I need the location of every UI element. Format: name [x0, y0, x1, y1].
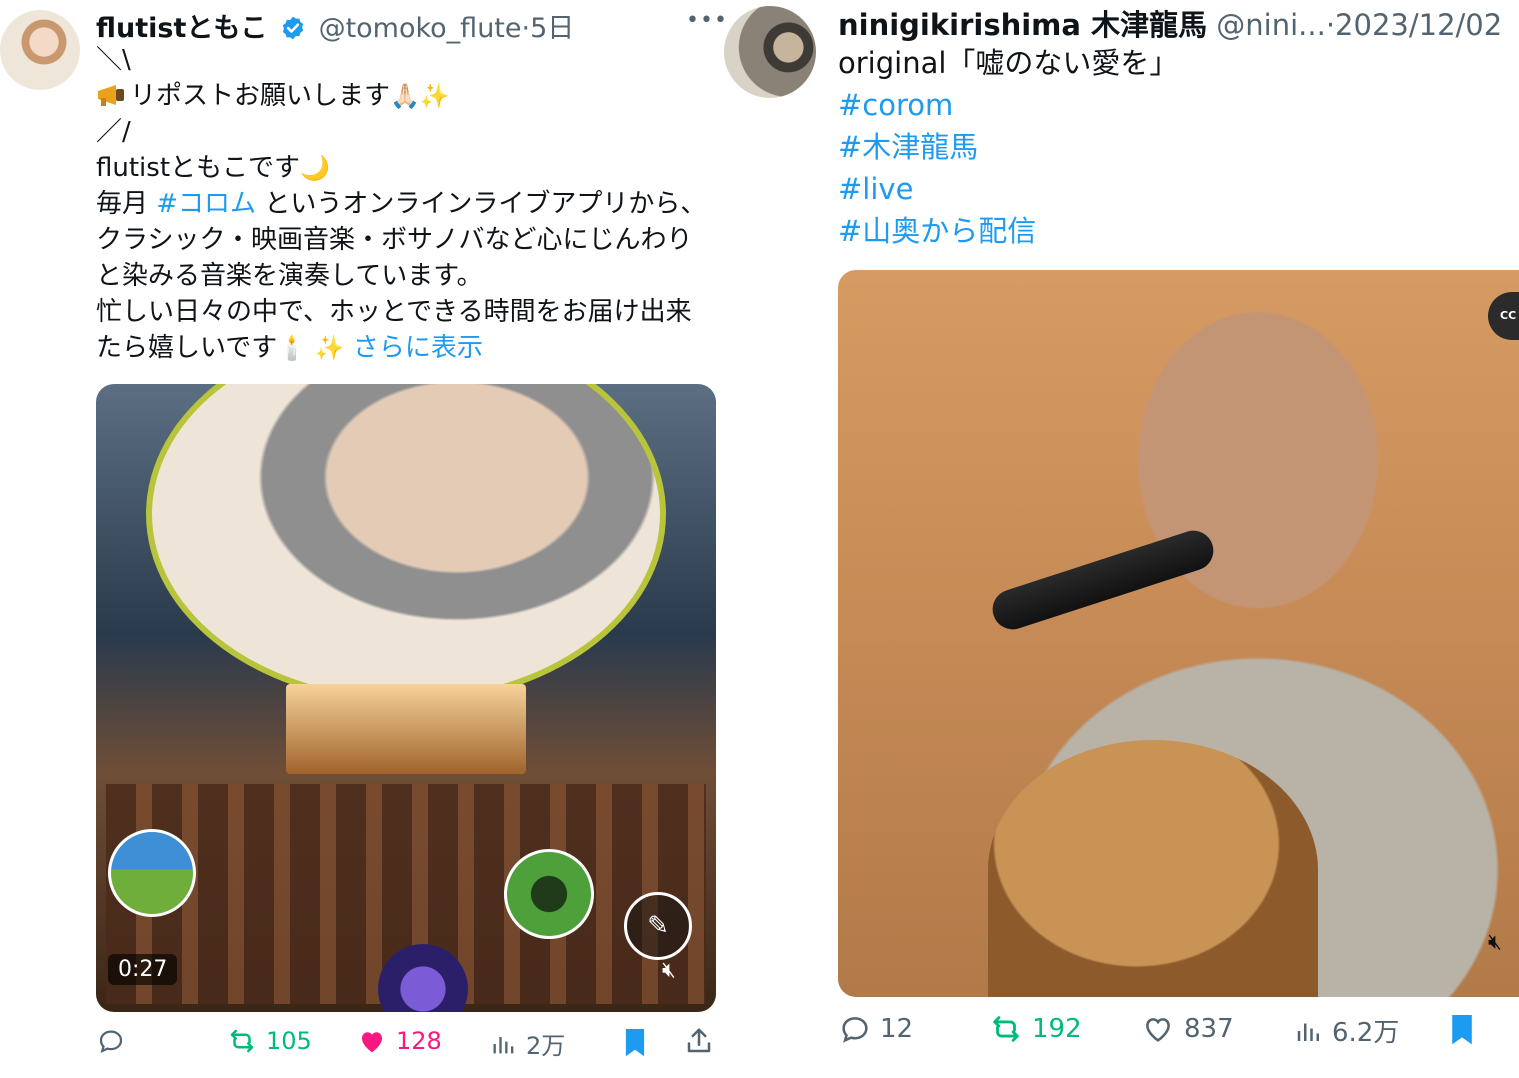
listener-avatar: [108, 829, 196, 917]
intro-text: flutistともこです: [96, 153, 301, 183]
verified-badge-icon: [282, 16, 304, 40]
retweet-count: 192: [1032, 1014, 1082, 1044]
microphone-image: [987, 525, 1219, 635]
bookmark-filled-icon: [625, 1029, 645, 1057]
display-name[interactable]: flutistともこ: [96, 13, 267, 44]
hashtag-link[interactable]: #木津龍馬: [838, 126, 1518, 168]
reply-count: 12: [880, 1014, 914, 1044]
heart-outline-icon: [1146, 1018, 1170, 1042]
repost-request-text: リポストお願いします: [130, 81, 391, 111]
hashtag-link[interactable]: #live: [838, 168, 1518, 210]
retweet-icon: [230, 1029, 254, 1053]
like-count: 128: [396, 1027, 442, 1055]
video-player[interactable]: [838, 270, 1519, 997]
views-chart-icon: [493, 1036, 514, 1053]
views-button[interactable]: 6.2万: [1294, 1012, 1399, 1049]
bookmark-button[interactable]: [622, 1026, 648, 1058]
video-duration: 0:27: [108, 954, 178, 985]
bookmark-filled-icon: [1452, 1015, 1472, 1045]
reply-button[interactable]: 12: [838, 1012, 913, 1046]
text-line: たら嬉しいです🕯️ ✨ さらに表示: [96, 330, 716, 366]
stage-image: [286, 684, 526, 774]
display-name[interactable]: ninigikirishima 木津龍馬: [838, 8, 1207, 42]
avatar[interactable]: [0, 10, 80, 90]
hashtag-link[interactable]: #コロム: [156, 189, 256, 219]
text-line: original「嘘のない愛を」: [838, 46, 1179, 80]
pray-sparkle-emoji: 🙏🏻✨: [390, 82, 450, 110]
tweet-header: flutistともこ @tomoko_flute·5日: [96, 6, 574, 45]
performer-frame: [146, 384, 666, 704]
text-line: flutistともこです🌙: [96, 150, 716, 186]
text-line: ＼\: [96, 45, 131, 75]
text-segment: 毎月: [96, 189, 157, 219]
speaker-muted-icon[interactable]: 🔇︎: [662, 958, 676, 983]
retweet-button[interactable]: 192: [988, 1012, 1082, 1046]
retweet-button[interactable]: 105: [226, 1026, 312, 1056]
text-line: ／/: [96, 117, 131, 147]
text-line: リポストお願いします🙏🏻✨: [96, 78, 716, 114]
reply-icon: [99, 1030, 123, 1053]
retweet-icon: [993, 1016, 1019, 1042]
reply-button[interactable]: [96, 1026, 126, 1056]
separator: ·: [1325, 8, 1336, 42]
like-button[interactable]: 128: [356, 1026, 442, 1056]
reply-icon: [842, 1017, 868, 1043]
megaphone-icon: [98, 85, 124, 106]
text-line: と染みる音楽を演奏しています。: [96, 261, 483, 291]
views-count: 6.2万: [1332, 1018, 1400, 1048]
share-button[interactable]: [684, 1026, 714, 1056]
tweet-flutist[interactable]: flutistともこ @tomoko_flute·5日 ••• ＼\ リポストお…: [0, 0, 730, 1078]
avatar[interactable]: [724, 6, 816, 98]
text-line: 毎月 #コロム というオンラインライブアプリから、: [96, 186, 716, 222]
retweet-count: 105: [266, 1027, 312, 1055]
text-line: 忙しい日々の中で、ホッとできる時間をお届け出来: [96, 297, 692, 327]
video-player[interactable]: ✎ 0:27 🔇︎: [96, 384, 716, 1012]
timestamp[interactable]: 5日: [530, 13, 574, 44]
handle[interactable]: @tomoko_flute: [319, 13, 522, 44]
text-segment: というオンラインライブアプリから、: [256, 189, 707, 219]
like-button[interactable]: 837: [1140, 1012, 1234, 1046]
candle-sparkle-emoji: 🕯️ ✨: [277, 334, 345, 362]
separator: ·: [521, 13, 531, 44]
timestamp[interactable]: 2023/12/02: [1335, 8, 1502, 42]
hashtag-link[interactable]: #corom: [838, 84, 1518, 126]
views-count: 2万: [526, 1032, 566, 1060]
tweet-text: ＼\ リポストお願いします🙏🏻✨ ／/ flutistともこです🌙 毎月 #コロ…: [96, 42, 716, 366]
views-button[interactable]: 2万: [490, 1026, 565, 1061]
heart-filled-icon: [362, 1032, 382, 1053]
moon-emoji: 🌙: [300, 154, 330, 182]
share-upload-icon: [687, 1028, 711, 1053]
views-chart-icon: [1297, 1023, 1319, 1041]
pen-icon: ✎: [624, 892, 692, 960]
bookmark-button[interactable]: [1448, 1012, 1476, 1046]
text-line: クラシック・映画音楽・ボサノバなど心にじんわり: [96, 225, 693, 255]
tweet-header: ninigikirishima 木津龍馬 @nini...·2023/12/02: [838, 2, 1502, 44]
text-segment: たら嬉しいです: [96, 333, 278, 363]
guitar-image: [988, 740, 1318, 997]
handle[interactable]: @nini...: [1216, 8, 1326, 42]
tweet-text: original「嘘のない愛を」 #corom #木津龍馬 #live #山奥か…: [838, 42, 1518, 252]
listener-avatar: [504, 849, 594, 939]
tweet-ninigi[interactable]: ninigikirishima 木津龍馬 @nini...·2023/12/02…: [722, 0, 1519, 1078]
speaker-muted-icon[interactable]: 🔇︎: [1488, 930, 1502, 955]
like-count: 837: [1184, 1014, 1234, 1044]
hashtag-link[interactable]: #山奥から配信: [838, 210, 1518, 252]
show-more-link[interactable]: さらに表示: [353, 333, 483, 363]
